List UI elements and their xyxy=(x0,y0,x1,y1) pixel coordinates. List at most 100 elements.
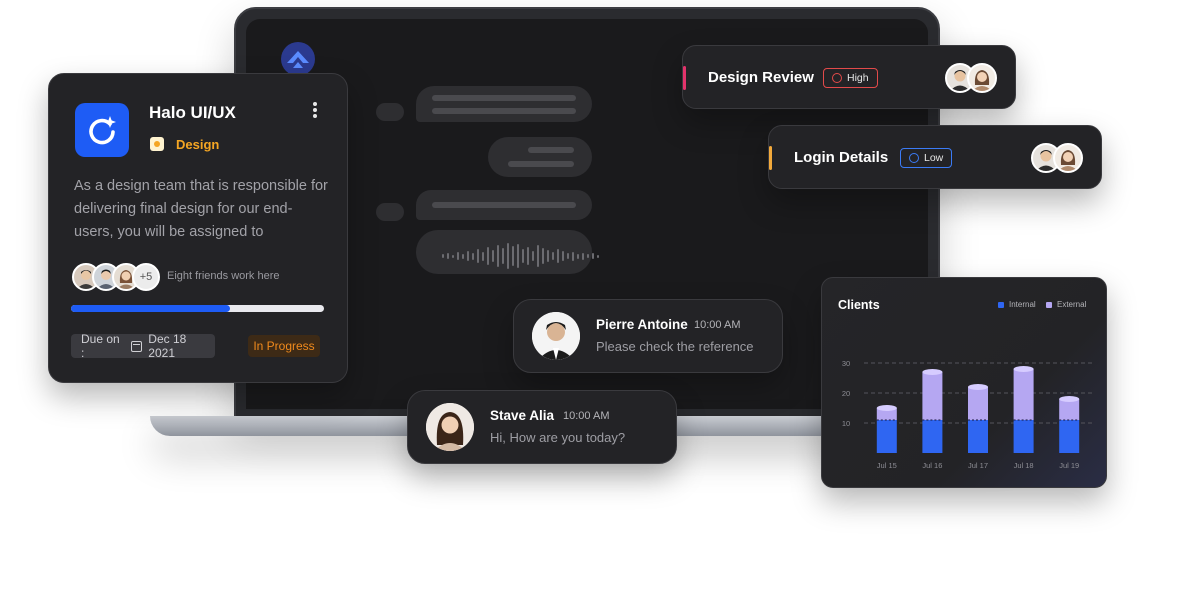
chat-skeleton-bubble xyxy=(416,86,592,122)
waveform-bar xyxy=(457,252,459,260)
waveform-bar xyxy=(572,251,574,261)
chat-message-pierre[interactable]: Pierre Antoine 10:00 AM Please check the… xyxy=(513,299,783,373)
waveform-bar xyxy=(517,244,519,268)
waveform-bar xyxy=(467,251,469,261)
task-title: Login Details xyxy=(794,149,889,166)
due-date-box: Due on : Dec 18 2021 xyxy=(71,332,215,360)
waveform-bar xyxy=(497,245,499,267)
chat-skeleton-avatar xyxy=(376,103,404,121)
waveform-bar xyxy=(537,245,539,267)
y-tick-label: 30 xyxy=(842,359,850,368)
waveform-bar xyxy=(562,251,564,261)
task-assignees[interactable] xyxy=(945,63,997,93)
chat-skeleton-line xyxy=(432,202,576,208)
app-logo-icon xyxy=(281,42,315,76)
due-date: Dec 18 2021 xyxy=(148,332,187,360)
waveform-bar xyxy=(447,253,449,259)
chat-skeleton-line xyxy=(432,108,576,114)
bar-cap xyxy=(1059,396,1080,402)
waveform-bar xyxy=(512,246,514,266)
waveform-bar xyxy=(587,254,589,258)
bar-external xyxy=(922,372,943,420)
waveform-bar xyxy=(507,243,509,269)
clients-bar-chart: 10 20 30 Jul 15 Jul 16 Jul 17 Jul 18 Jul 19 xyxy=(842,359,1092,470)
project-logo-icon xyxy=(75,103,129,157)
chat-skeleton-line xyxy=(432,95,576,101)
message-time: 10:00 AM xyxy=(694,319,741,331)
x-tick-label: Jul 16 xyxy=(922,461,942,470)
project-card[interactable]: Halo UI/UX Design As a design team that … xyxy=(48,73,348,383)
progress-fill xyxy=(71,305,231,312)
waveform-bar xyxy=(472,252,474,260)
waveform-bar xyxy=(592,253,594,259)
waveform-bar xyxy=(552,252,554,260)
calendar-icon xyxy=(131,340,143,352)
avatar xyxy=(1053,143,1083,173)
avatar xyxy=(426,403,474,451)
team-avatars[interactable]: +5 xyxy=(72,263,160,291)
bar-external xyxy=(1059,399,1080,420)
priority-label: High xyxy=(847,72,869,84)
status-badge[interactable]: In Progress xyxy=(248,335,320,357)
project-title: Halo UI/UX xyxy=(149,103,236,122)
waveform-bar xyxy=(487,247,489,265)
bar-cap xyxy=(968,384,988,390)
x-tick-label: Jul 15 xyxy=(877,461,897,470)
waveform-bar xyxy=(577,253,579,259)
avatar xyxy=(967,63,997,93)
x-tick-label: Jul 18 xyxy=(1014,461,1034,470)
sender-name: Stave Alia xyxy=(490,408,555,423)
task-accent-bar xyxy=(683,66,686,90)
more-friends-count[interactable]: +5 xyxy=(132,263,160,291)
bar-cap xyxy=(1013,366,1034,372)
x-tick-label: Jul 19 xyxy=(1059,461,1079,470)
priority-label: Low xyxy=(924,152,944,164)
message-text: Hi, How are you today? xyxy=(490,430,626,445)
waveform-bar xyxy=(502,248,504,264)
task-card-login-details[interactable]: Login Details Low xyxy=(768,125,1102,189)
project-description: As a design team that is responsible for… xyxy=(74,178,328,240)
bar-cap xyxy=(876,405,897,411)
clock-icon xyxy=(909,153,919,163)
design-tag-icon xyxy=(150,137,164,151)
project-tag: Design xyxy=(176,137,220,152)
chat-skeleton-bubble xyxy=(488,137,592,177)
waveform-bar xyxy=(532,251,534,261)
y-tick-label: 10 xyxy=(842,419,850,428)
avatar xyxy=(532,312,580,360)
task-card-design-review[interactable]: Design Review High xyxy=(682,45,1016,109)
bar-internal xyxy=(876,420,897,453)
chat-skeleton-line xyxy=(508,161,574,167)
waveform-bar xyxy=(542,248,544,264)
x-tick-label: Jul 17 xyxy=(968,461,988,470)
bar-cap xyxy=(922,369,943,375)
waveform-bar xyxy=(442,254,444,258)
task-assignees[interactable] xyxy=(1031,143,1083,173)
bar-external xyxy=(1013,369,1034,420)
bar-internal xyxy=(922,420,943,453)
progress-bar xyxy=(71,305,324,312)
chat-skeleton-line xyxy=(528,147,574,153)
chat-message-stave[interactable]: Stave Alia 10:00 AM Hi, How are you toda… xyxy=(407,390,677,464)
clients-chart-card: Clients Internal External 10 20 30 Jul 15 Ju… xyxy=(821,277,1107,488)
bar-internal xyxy=(1013,420,1034,453)
message-text: Please check the reference xyxy=(596,339,754,354)
waveform-bar xyxy=(482,251,484,261)
waveform-bar xyxy=(477,249,479,263)
waveform-bar xyxy=(492,250,494,262)
task-accent-bar xyxy=(769,146,772,170)
priority-badge[interactable]: Low xyxy=(900,148,953,168)
more-options-icon[interactable] xyxy=(311,100,319,122)
priority-badge[interactable]: High xyxy=(823,68,878,88)
waveform-bar xyxy=(547,250,549,262)
chat-skeleton-avatar xyxy=(376,203,404,221)
waveform-bar xyxy=(522,249,524,263)
alert-icon xyxy=(832,73,842,83)
waveform-bar xyxy=(452,254,454,258)
due-label: Due on : xyxy=(81,332,120,360)
waveform-bar xyxy=(597,254,599,258)
waveform-bar xyxy=(567,253,569,259)
sender-name: Pierre Antoine xyxy=(596,317,688,332)
bar-internal xyxy=(1059,420,1080,453)
bar-external xyxy=(968,387,988,420)
